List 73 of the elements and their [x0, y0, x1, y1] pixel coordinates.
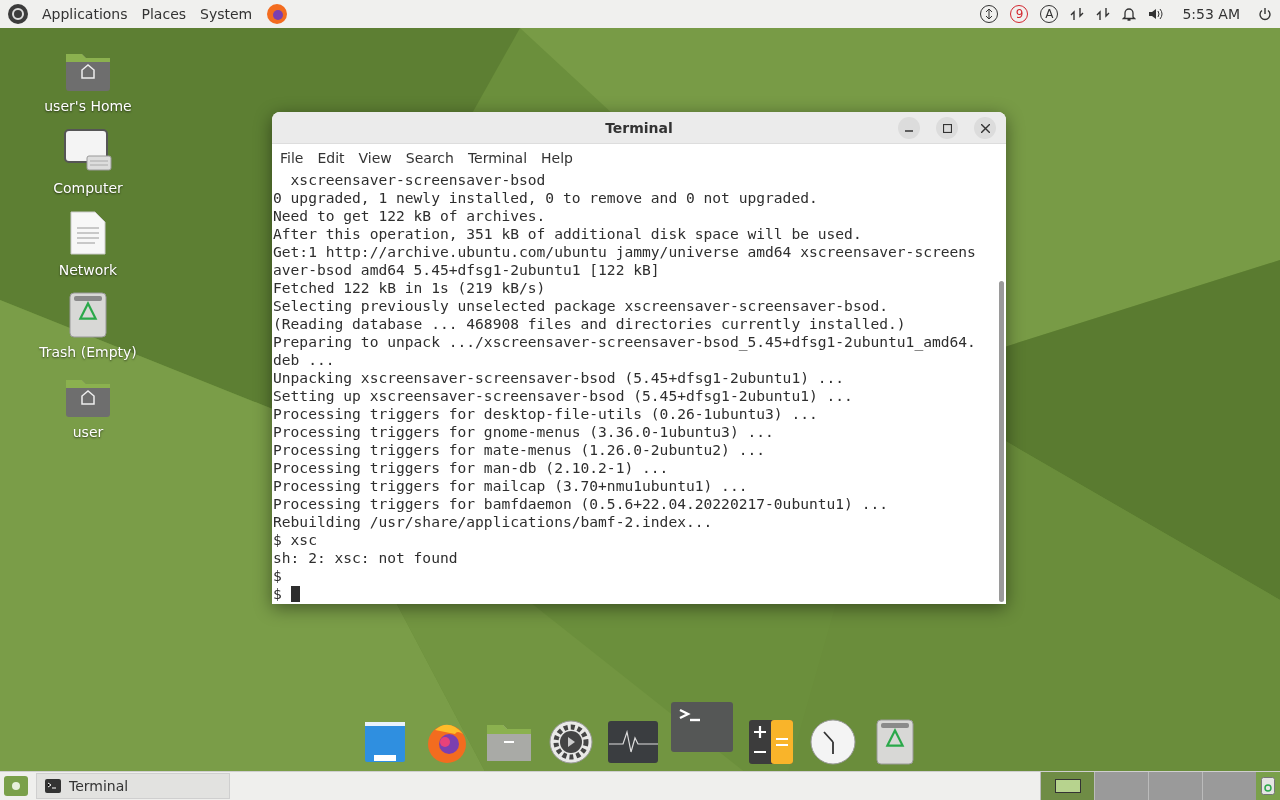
text-cursor: [290, 586, 300, 602]
terminal-icon: [670, 701, 734, 753]
maximize-button[interactable]: [936, 117, 958, 139]
power-icon[interactable]: [1258, 7, 1272, 21]
terminal-line: Preparing to unpack .../xscreensaver-screensaver-bsod_5.45+dfsg1-2ubuntu1_amd64.: [273, 333, 977, 351]
terminal-line: 0 upgraded, 1 newly installed, 0 to remove and 0 not upgraded.: [273, 189, 819, 207]
workspace-switcher-cell[interactable]: [1202, 772, 1256, 800]
terminal-line: Processing triggers for mate-menus (1.26.0-2ubuntu2) ...: [273, 441, 767, 459]
terminal-line: sh: 2: xsc: not found: [273, 549, 459, 567]
terminal-line: xscreensaver-screensaver-bsod: [289, 171, 547, 189]
menu-item[interactable]: Help: [535, 149, 579, 166]
terminal-line: After this operation, 351 kB of additional disk space will be used.: [273, 225, 863, 243]
panel-menu[interactable]: System: [200, 6, 253, 22]
trash-icon: [69, 292, 107, 338]
menu-logo-icon[interactable]: [8, 4, 28, 24]
terminal-line: $ xsc: [273, 531, 318, 549]
desktop-dot-icon: [11, 781, 21, 791]
calculator-icon: [748, 719, 794, 765]
window-thumbnail-icon: [1054, 779, 1081, 793]
terminal-line: Processing triggers for man-db (2.10.2-1) ...: [273, 459, 670, 477]
workspace-switcher-cell[interactable]: [1094, 772, 1148, 800]
desktop-icon: [364, 721, 406, 763]
document-icon: [69, 210, 107, 256]
panel-menu[interactable]: Applications: [42, 6, 128, 22]
menu-item[interactable]: View: [352, 149, 398, 166]
trash-icon: [876, 719, 914, 765]
network-icon[interactable]: [1096, 6, 1111, 22]
terminal-line: Setting up xscreensaver-screensaver-bsod (5.45+dfsg1-2ubuntu1) ...: [273, 387, 854, 405]
terminal-line: (Reading database ... 468908 files and directories currently installed.): [273, 315, 907, 333]
terminal-line: Fetched 122 kB in 1s (219 kB/s): [273, 279, 547, 297]
terminal-prompt: $: [273, 585, 282, 602]
scrollbar-thumb[interactable]: [999, 281, 1004, 602]
terminal-line: Get:1 http://archive.ubuntu.com/ubuntu jammy/universe amd64 xscreensaver-screens: [273, 243, 977, 261]
desktop-icon-label[interactable]: Computer: [53, 180, 123, 196]
minimize-button[interactable]: [898, 117, 920, 139]
panel-menu[interactable]: Places: [141, 6, 187, 22]
bell-icon[interactable]: [1122, 6, 1137, 22]
volume-icon[interactable]: [1148, 7, 1165, 21]
terminal-line: Need to get 122 kB of archives.: [273, 207, 547, 225]
show-desktop-button[interactable]: [4, 776, 28, 796]
terminal-line: Processing triggers for mailcap (3.70+nmu1ubuntu1) ...: [273, 477, 749, 495]
workspace-switcher-cell[interactable]: [1148, 772, 1202, 800]
terminal-line: Processing triggers for gnome-menus (3.36.0-1ubuntu3) ...: [273, 423, 775, 441]
terminal-line: Processing triggers for bamfdaemon (0.5.6+22.04.20220217-0ubuntu1) ...: [273, 495, 890, 513]
terminal-icon: [45, 779, 61, 793]
trash-applet-button[interactable]: [1256, 772, 1280, 800]
terminal-line: aver-bsod amd64 5.45+dfsg1-2ubuntu1 [122 kB]: [273, 261, 661, 279]
menu-item[interactable]: Search: [399, 149, 460, 166]
system-monitor-icon: [607, 720, 659, 764]
terminal-line: $: [273, 567, 283, 585]
menu-item[interactable]: Terminal: [461, 149, 534, 166]
terminal-line: Unpacking xscreensaver-screensaver-bsod (5.45+dfsg1-2ubuntu1) ...: [273, 369, 846, 387]
menu-item[interactable]: File: [274, 149, 310, 166]
terminal-line: Rebuilding /usr/share/applications/bamf-2.index...: [273, 513, 714, 531]
workspace-switcher-cell[interactable]: [1040, 772, 1094, 800]
window-title: Terminal: [605, 119, 673, 136]
taskbar-button[interactable]: Terminal: [36, 773, 230, 799]
close-button[interactable]: [974, 117, 996, 139]
computer-icon: [63, 128, 113, 174]
terminal-line: Processing triggers for desktop-file-utils (0.26-1ubuntu3) ...: [273, 405, 819, 423]
desktop-icon-label[interactable]: Network: [58, 262, 118, 278]
clock-icon: [810, 719, 856, 765]
trash-icon: [1261, 777, 1275, 795]
terminal-line: deb ...: [273, 351, 336, 369]
desktop-icon-label[interactable]: user's Home: [44, 98, 132, 114]
terminal-line: Selecting previously unselected package xscreensaver-screensaver-bsod.: [273, 297, 890, 315]
network-icon[interactable]: [1070, 6, 1085, 22]
menu-item[interactable]: Edit: [311, 149, 351, 166]
maximize-icon: [942, 123, 952, 133]
clock[interactable]: 5:53 AM: [1182, 6, 1240, 22]
browser-icon[interactable]: [266, 3, 289, 25]
settings-icon: [549, 720, 593, 764]
close-icon: [980, 123, 990, 133]
